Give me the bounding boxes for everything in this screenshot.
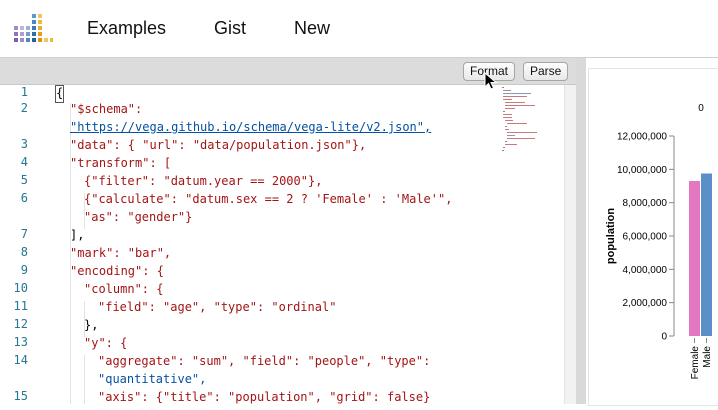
code-line: "https://vega.github.io/schema/vega-lite… — [70, 120, 432, 134]
code-line: {"filter": "datum.year == 2000"}, — [84, 174, 323, 188]
editor-scrollbar[interactable] — [564, 85, 576, 404]
x-tick-label: Female — [690, 346, 701, 380]
line-number: 9 — [20, 263, 28, 277]
chart-container: 0 2,000,000 4,000,000 6,000,000 8,000,000 10,… — [588, 68, 718, 406]
x-tick-label: Male — [702, 346, 713, 368]
nav-examples[interactable]: Examples — [87, 18, 166, 39]
line-number: 4 — [20, 155, 28, 169]
line-number: 11 — [13, 299, 28, 313]
line-number: 8 — [20, 245, 28, 259]
population-bar-chart: 0 2,000,000 4,000,000 6,000,000 8,000,000 10,… — [605, 103, 713, 380]
y-tick-label: 10,000,000 — [617, 165, 667, 176]
code-editor[interactable]: 1 2 3 4 5 6 7 8 9 10 11 12 13 14 15 { "$… — [0, 85, 576, 404]
line-number-gutter: 1 2 3 4 5 6 7 8 9 10 11 12 13 14 15 — [0, 85, 54, 404]
pane-divider[interactable] — [576, 58, 586, 404]
code-line: "transform": [ — [70, 156, 172, 170]
y-tick-label: 0 — [661, 332, 667, 343]
mouse-pointer-icon — [484, 72, 498, 90]
y-axis-title: population — [605, 208, 617, 264]
code-line: "field": "age", "type": "ordinal" — [98, 300, 337, 314]
line-number: 14 — [13, 353, 28, 367]
parse-button[interactable]: Parse — [523, 62, 569, 81]
code-line: "quantitative", — [98, 372, 207, 386]
code-line: "data": { "url": "data/population.json"}… — [70, 138, 367, 152]
line-number: 13 — [13, 335, 28, 349]
code-line: "mark": "bar", — [70, 246, 172, 260]
code-line: "y": { — [84, 336, 128, 350]
line-number: 12 — [13, 317, 28, 331]
app-header: Examples Gist New — [0, 0, 718, 58]
line-number: 2 — [20, 101, 28, 115]
y-tick-label: 8,000,000 — [623, 198, 668, 209]
code-line: "encoding": { — [70, 264, 164, 278]
code-line: "axis": {"title": "population", "grid": … — [98, 390, 431, 404]
code-line: }, — [84, 318, 99, 332]
code-line: "column": { — [84, 282, 164, 296]
line-number: 7 — [20, 227, 28, 241]
code-line: "as": "gender"} — [84, 210, 193, 224]
line-number: 1 — [20, 85, 28, 99]
line-number: 10 — [13, 281, 28, 295]
code-line: {"calculate": "datum.sex == 2 ? 'Female'… — [84, 192, 453, 206]
code-line: ], — [70, 228, 85, 242]
y-tick-label: 6,000,000 — [623, 232, 668, 243]
code-line: "$schema": — [70, 102, 143, 116]
code-minimap[interactable] — [500, 85, 562, 155]
idl-logo[interactable] — [12, 12, 54, 44]
code-line: "aggregate": "sum", "field": "people", "… — [98, 354, 431, 368]
line-number: 6 — [20, 191, 28, 205]
indent-guide — [84, 355, 85, 404]
column-header: 0 — [698, 103, 704, 114]
code-line: { — [56, 86, 64, 100]
nav-gist[interactable]: Gist — [214, 18, 246, 39]
bar-female[interactable] — [689, 181, 700, 336]
line-number: 3 — [20, 137, 28, 151]
y-tick-label: 2,000,000 — [623, 298, 668, 309]
y-tick-label: 12,000,000 — [617, 132, 667, 143]
nav-new[interactable]: New — [294, 18, 330, 39]
visualization-pane: 0 2,000,000 4,000,000 6,000,000 8,000,000 10,… — [586, 58, 718, 406]
y-tick-label: 4,000,000 — [623, 265, 668, 276]
line-number: 15 — [13, 389, 28, 403]
bar-male[interactable] — [701, 173, 712, 337]
line-number: 5 — [20, 173, 28, 187]
